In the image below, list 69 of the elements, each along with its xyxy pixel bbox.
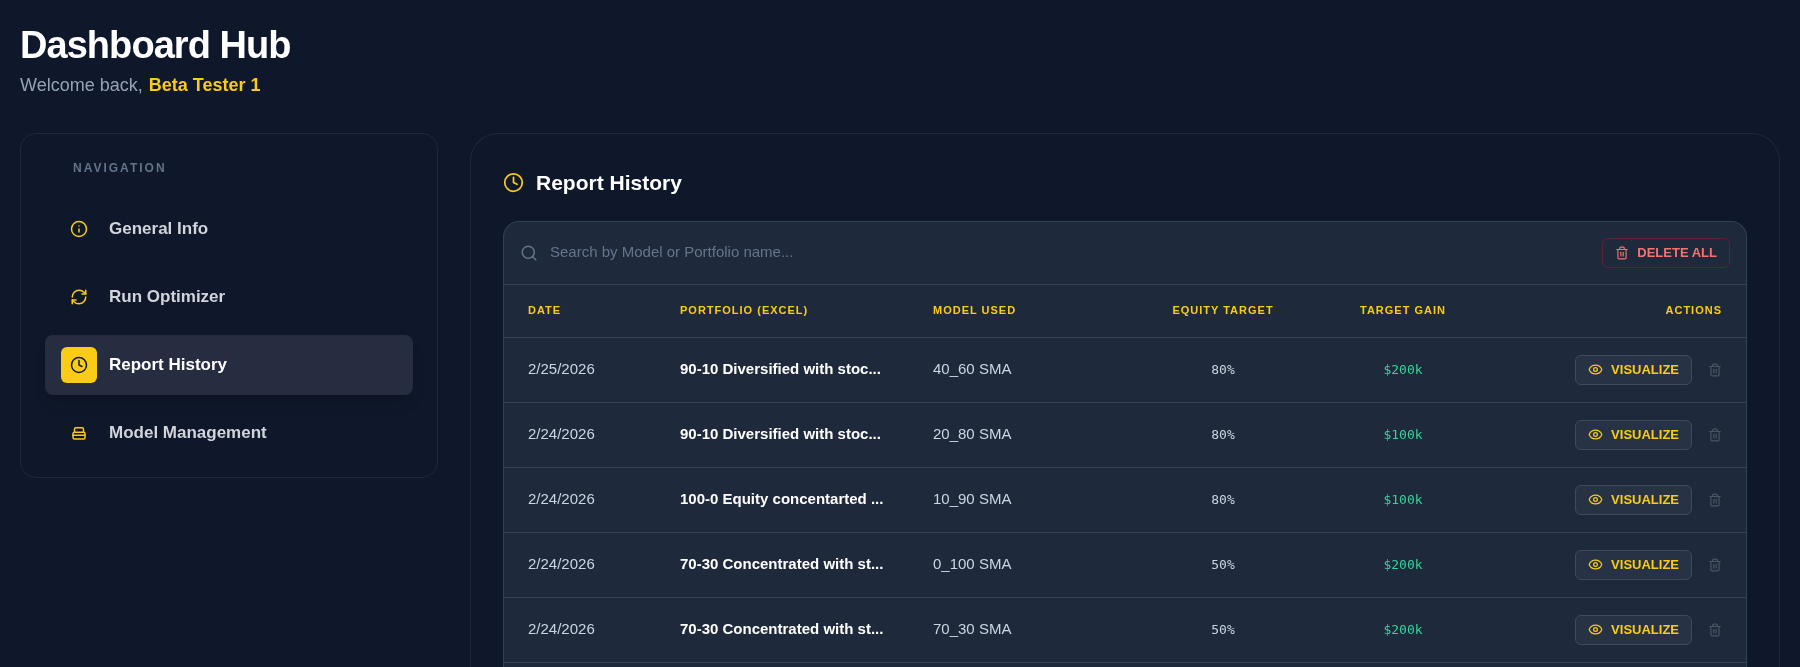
- user-name: Beta Tester 1: [148, 74, 261, 97]
- equity-cell: 80%: [1211, 427, 1235, 443]
- equity-cell: 80%: [1211, 362, 1235, 378]
- visualize-button[interactable]: VISUALIZE: [1575, 354, 1692, 385]
- search-field[interactable]: Search by Model or Portfolio name...: [550, 241, 1603, 264]
- date-cell: 2/24/2026: [528, 620, 595, 638]
- delete-button[interactable]: [1708, 492, 1722, 507]
- refresh-icon: [70, 288, 88, 306]
- gain-cell: $100k: [1383, 492, 1423, 508]
- nav-item[interactable]: Report History: [45, 335, 413, 395]
- eye-icon: [1588, 622, 1604, 637]
- date-cell: 2/24/2026: [528, 425, 595, 443]
- nav-item[interactable]: General Info: [45, 199, 413, 259]
- column-header: MODEL USED: [933, 304, 1017, 317]
- model-cell: 10_90 SMA: [933, 490, 1012, 508]
- model-cell: 40_60 SMA: [933, 360, 1012, 378]
- model-cell: 20_80 SMA: [933, 425, 1012, 443]
- column-header: TARGET GAIN: [1360, 304, 1446, 317]
- date-cell: 2/24/2026: [528, 490, 595, 508]
- gain-cell: $200k: [1383, 362, 1423, 378]
- nav-item[interactable]: Run Optimizer: [45, 267, 413, 327]
- visualize-button[interactable]: VISUALIZE: [1575, 614, 1692, 645]
- equity-cell: 50%: [1211, 622, 1235, 638]
- portfolio-cell: 90-10 Diversified with stoc...: [680, 425, 881, 443]
- trash-icon: [1615, 245, 1630, 260]
- delete-button[interactable]: [1708, 362, 1722, 377]
- trash-icon: [1708, 622, 1722, 637]
- eye-icon: [1588, 362, 1604, 377]
- eye-icon: [1588, 492, 1604, 507]
- trash-icon: [1708, 427, 1722, 442]
- delete-button[interactable]: [1708, 557, 1722, 572]
- info-icon: [70, 220, 88, 238]
- portfolio-cell: 70-30 Concentrated with st...: [680, 620, 884, 638]
- nav-item[interactable]: Model Management: [45, 403, 413, 463]
- clock-icon: [503, 172, 524, 194]
- delete-all-button[interactable]: DELETE ALL: [1602, 237, 1730, 268]
- gain-cell: $200k: [1383, 557, 1423, 573]
- portfolio-cell: 90-10 Diversified with stoc...: [680, 360, 881, 378]
- column-header: DATE: [528, 304, 562, 317]
- portfolio-cell: 70-30 Concentrated with st...: [680, 555, 884, 573]
- clock-icon: [70, 356, 88, 374]
- trash-icon: [1708, 557, 1722, 572]
- stack-icon: [70, 424, 88, 442]
- delete-button[interactable]: [1708, 622, 1722, 637]
- visualize-button[interactable]: VISUALIZE: [1575, 549, 1692, 580]
- model-cell: 0_100 SMA: [933, 555, 1012, 573]
- model-cell: 70_30 SMA: [933, 620, 1012, 638]
- navigation-heading: NAVIGATION: [72, 160, 168, 177]
- date-cell: 2/25/2026: [528, 360, 595, 378]
- gain-cell: $100k: [1383, 427, 1423, 443]
- welcome-text: Welcome back,: [20, 74, 143, 97]
- equity-cell: 50%: [1211, 557, 1235, 573]
- eye-icon: [1588, 427, 1604, 442]
- page-title: Dashboard Hub: [20, 23, 292, 68]
- column-header: EQUITY TARGET: [1172, 304, 1274, 317]
- visualize-button[interactable]: VISUALIZE: [1575, 484, 1692, 515]
- column-header: ACTIONS: [1665, 304, 1722, 317]
- portfolio-cell: 100-0 Equity concentarted ...: [680, 490, 884, 508]
- visualize-button[interactable]: VISUALIZE: [1575, 419, 1692, 450]
- gain-cell: $200k: [1383, 622, 1423, 638]
- eye-icon: [1588, 557, 1604, 572]
- date-cell: 2/24/2026: [528, 555, 595, 573]
- equity-cell: 80%: [1211, 492, 1235, 508]
- search-icon: [520, 243, 538, 262]
- column-header: PORTFOLIO (EXCEL): [680, 304, 809, 317]
- panel-title: Report History: [536, 170, 682, 196]
- trash-icon: [1708, 362, 1722, 377]
- delete-button[interactable]: [1708, 427, 1722, 442]
- trash-icon: [1708, 492, 1722, 507]
